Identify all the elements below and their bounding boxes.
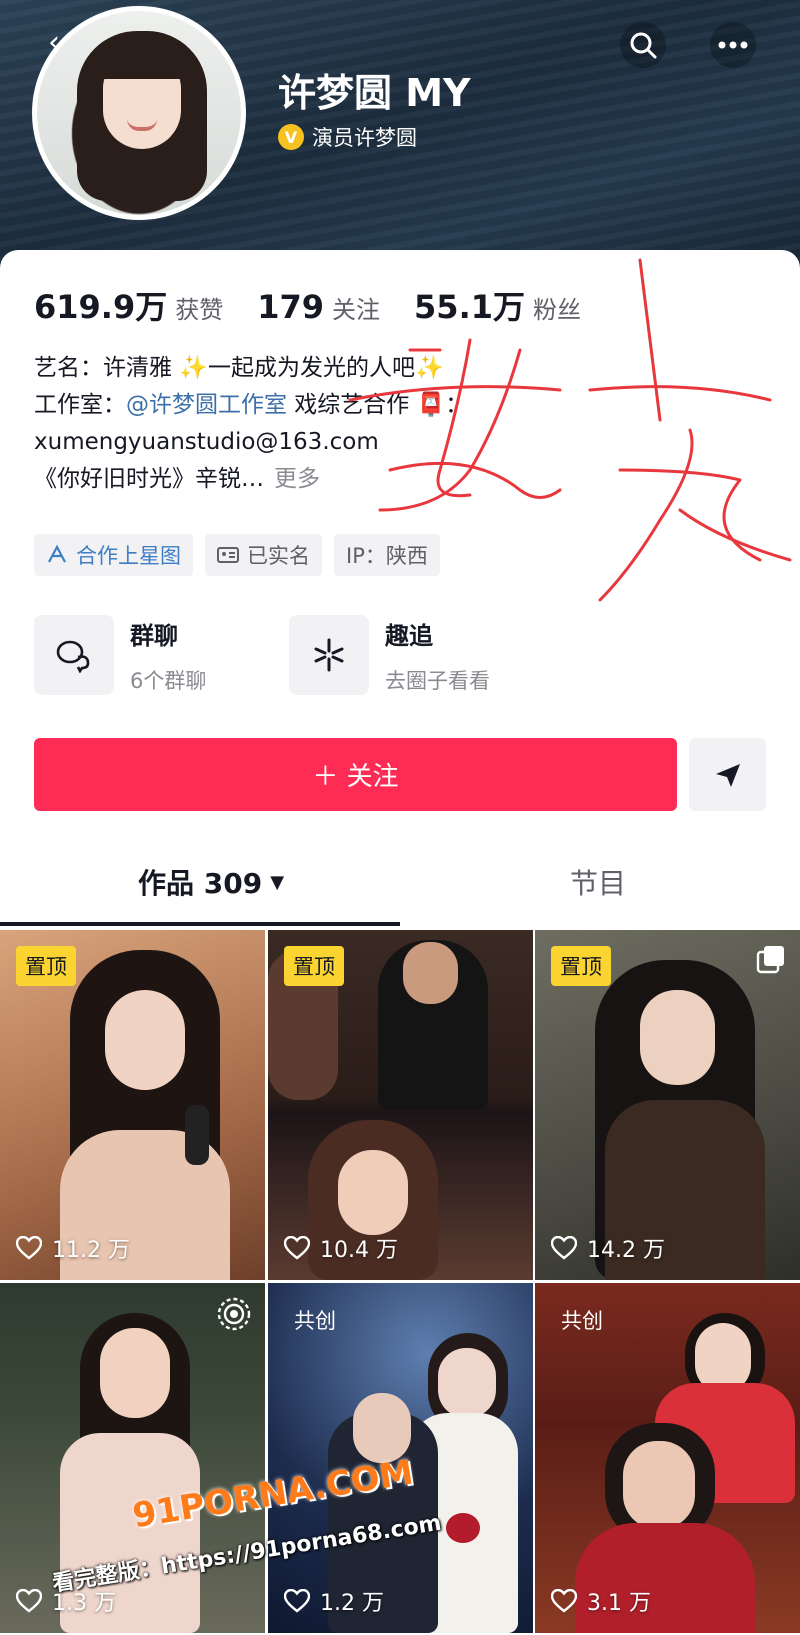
more-options-icon[interactable] bbox=[710, 22, 756, 68]
tag-label: IP：陕西 bbox=[346, 544, 428, 568]
studio-link[interactable]: @许梦圆工作室 bbox=[126, 392, 287, 418]
profile-name: 许梦圆 MY bbox=[278, 71, 471, 115]
verification-label: 演员许梦圆 bbox=[312, 126, 417, 150]
group-chat-entry[interactable]: 群聊 6个群聊 bbox=[34, 615, 289, 695]
verified-badge-icon: V bbox=[278, 124, 304, 150]
like-count-value: 11.2 万 bbox=[52, 1238, 130, 1263]
stat-followers[interactable]: 55.1万 粉丝 bbox=[414, 282, 581, 328]
id-card-icon bbox=[217, 547, 239, 563]
fun-chase-entry[interactable]: 趣追 去圈子看看 bbox=[289, 615, 544, 695]
like-count-value: 14.2 万 bbox=[587, 1238, 665, 1263]
video-tile[interactable]: 置顶 11.2 万 bbox=[0, 930, 265, 1280]
pinned-badge: 置顶 bbox=[551, 946, 611, 986]
stat-following[interactable]: 179 关注 bbox=[257, 288, 380, 326]
send-icon bbox=[715, 763, 740, 787]
heart-icon bbox=[16, 1236, 42, 1260]
bio-line: 《你好旧时光》辛锐… 更多 bbox=[34, 461, 634, 498]
bio: 艺名：许清雅 ✨一起成为发光的人吧✨ 工作室：@许梦圆工作室 戏综艺合作 📮： … bbox=[34, 350, 634, 498]
like-count: 14.2 万 bbox=[551, 1232, 665, 1264]
stat-value: 55.1万 bbox=[414, 288, 525, 326]
feature-title: 趣追 bbox=[385, 621, 433, 650]
sparkle-icon bbox=[289, 615, 369, 695]
verification-row: V 演员许梦圆 bbox=[278, 122, 417, 152]
feature-subtitle: 去圈子看看 bbox=[385, 668, 490, 693]
bio-text: 工作室： bbox=[34, 392, 126, 418]
like-count-value: 10.4 万 bbox=[320, 1238, 398, 1263]
tag-real-name[interactable]: 已实名 bbox=[205, 534, 322, 576]
heart-icon bbox=[284, 1236, 310, 1260]
bio-line: xumengyuanstudio@163.com bbox=[34, 429, 379, 455]
content-tabs: 作品 309 ▼ 节目 bbox=[0, 862, 800, 926]
stat-value: 619.9万 bbox=[34, 288, 168, 326]
search-icon[interactable] bbox=[620, 22, 666, 68]
star-map-icon bbox=[48, 544, 66, 563]
tag-star-map[interactable]: 合作上星图 bbox=[34, 534, 193, 576]
tab-works[interactable]: 作品 309 ▼ bbox=[138, 862, 284, 902]
collab-label: 共创 bbox=[561, 1309, 603, 1333]
pinned-badge: 置顶 bbox=[284, 946, 344, 986]
bio-line: 工作室：@许梦圆工作室 戏综艺合作 📮： bbox=[34, 387, 634, 424]
tag-ip-location: IP：陕西 bbox=[334, 534, 440, 576]
tab-shows[interactable]: 节目 bbox=[570, 862, 626, 902]
tag-label: 已实名 bbox=[247, 544, 310, 568]
stat-label: 粉丝 bbox=[533, 296, 581, 324]
stats-row: 619.9万 获赞 179 关注 55.1万 粉丝 bbox=[34, 282, 615, 328]
pinned-badge: 置顶 bbox=[16, 946, 76, 986]
feature-title: 群聊 bbox=[130, 621, 178, 650]
stat-value: 179 bbox=[257, 288, 325, 326]
caret-down-icon: ▼ bbox=[270, 871, 285, 893]
share-button[interactable] bbox=[689, 738, 766, 811]
like-count: 10.4 万 bbox=[284, 1232, 398, 1264]
stat-likes[interactable]: 619.9万 获赞 bbox=[34, 282, 223, 328]
follow-button[interactable]: ＋ 关注 bbox=[34, 738, 677, 811]
like-count-value: 3.1 万 bbox=[587, 1591, 651, 1616]
stat-label: 获赞 bbox=[175, 296, 224, 324]
active-tab-indicator bbox=[0, 922, 400, 926]
chat-bubbles-icon bbox=[34, 615, 114, 695]
video-tile[interactable]: 置顶 14.2 万 bbox=[535, 930, 800, 1280]
tag-label: 合作上星图 bbox=[76, 544, 181, 568]
bio-more-link[interactable]: 更多 bbox=[274, 466, 320, 492]
bio-text: 戏综艺合作 📮： bbox=[287, 392, 469, 418]
multi-image-icon bbox=[756, 944, 786, 978]
heart-icon bbox=[551, 1589, 577, 1613]
profile-tags: 合作上星图 已实名 IP：陕西 bbox=[34, 534, 440, 576]
like-count: 11.2 万 bbox=[16, 1232, 130, 1264]
collab-label: 共创 bbox=[294, 1309, 336, 1333]
video-tile[interactable]: 置顶 10.4 万 bbox=[268, 930, 533, 1280]
feature-entries: 群聊 6个群聊 趣追 去圈子看看 bbox=[34, 615, 544, 695]
heart-icon bbox=[551, 1236, 577, 1260]
live-broadcast-icon bbox=[217, 1297, 251, 1335]
feature-subtitle: 6个群聊 bbox=[130, 668, 207, 693]
bio-text: 《你好旧时光》辛锐… bbox=[34, 466, 264, 492]
stat-label: 关注 bbox=[332, 296, 381, 324]
back-icon[interactable]: ‹ bbox=[48, 26, 82, 60]
video-tile[interactable]: 共创 3.1 万 bbox=[535, 1283, 800, 1633]
tab-label: 作品 309 bbox=[138, 867, 263, 900]
like-count: 3.1 万 bbox=[551, 1585, 651, 1617]
bio-line: 艺名：许清雅 ✨一起成为发光的人吧✨ bbox=[34, 355, 444, 381]
